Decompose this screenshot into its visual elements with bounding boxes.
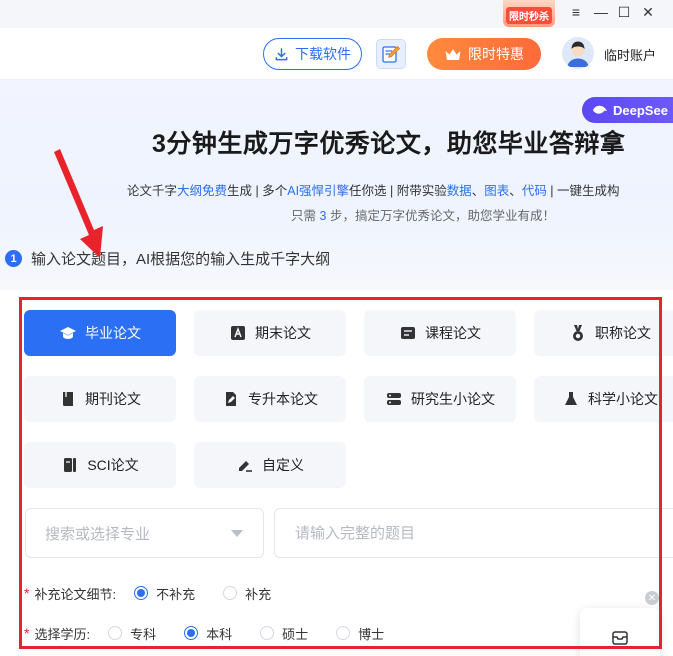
limited-offer-button[interactable]: 限时特惠 xyxy=(427,38,541,70)
hero-subtitle-part: 生成 | 多个 xyxy=(227,184,288,198)
steps-count: 3 xyxy=(319,209,327,223)
hero-subtitle-part: 数据 xyxy=(446,184,472,198)
minimize-icon[interactable]: — xyxy=(590,2,612,22)
maximize-icon[interactable]: ☐ xyxy=(613,2,635,22)
notes-button[interactable] xyxy=(376,39,406,69)
hero-subtitle-part: 任你选 | 附带实验 xyxy=(349,184,447,198)
hero-subtitle: 论文千字大纲免费生成 | 多个AI强悍引擎任你选 | 附带实验数据、图表、代码 … xyxy=(127,180,620,199)
annotation-highlight-frame xyxy=(19,297,662,649)
whale-icon xyxy=(593,105,607,114)
flash-sale-badge[interactable]: 限时秒杀 xyxy=(503,0,555,27)
steps-note-suffix: 步，搞定万字优秀论文，助您学业有成！ xyxy=(329,209,555,223)
limited-offer-label: 限时特惠 xyxy=(468,46,524,62)
hero-subtitle-part: 、 xyxy=(471,184,485,198)
top-header: 下载软件 限时特惠 临时账户 xyxy=(0,28,673,80)
avatar[interactable] xyxy=(562,37,594,69)
download-software-button[interactable]: 下载软件 xyxy=(263,38,362,70)
hero-steps-note: 只需 3 步，搞定万字优秀论文，助您学业有成！ xyxy=(291,205,555,224)
hero-subtitle-part: 论文千字 xyxy=(127,184,178,198)
user-name[interactable]: 临时账户 xyxy=(604,45,656,64)
hero-subtitle-part: 大纲免费 xyxy=(177,184,228,198)
page-title: 3分钟生成万字优秀论文，助您毕业答辩拿 xyxy=(152,130,626,158)
user-avatar-icon xyxy=(562,37,594,69)
hero-subtitle-part: 、 xyxy=(509,184,522,198)
menu-icon[interactable]: ≡ xyxy=(565,2,587,22)
hero-subtitle-part: 图表 xyxy=(484,184,510,198)
close-icon[interactable]: ✕ xyxy=(637,2,659,22)
deepseek-label: DeepSee xyxy=(613,102,668,118)
hero-subtitle-part: AI强悍引擎 xyxy=(287,184,350,198)
notebook-pencil-icon xyxy=(382,45,401,63)
annotation-arrow-icon xyxy=(54,149,103,258)
hero-subtitle-part: | 一键生成构 xyxy=(546,184,620,198)
deepseek-badge[interactable]: DeepSee xyxy=(582,97,673,123)
window-titlebar: 限时秒杀 ≡ — ☐ ✕ xyxy=(0,0,673,28)
crown-icon xyxy=(445,48,461,60)
step-number-badge: 1 xyxy=(5,250,22,267)
hero-subtitle-part: 代码 xyxy=(521,184,547,198)
download-icon xyxy=(275,47,288,60)
download-label: 下载软件 xyxy=(295,46,351,62)
steps-note-prefix: 只需 xyxy=(291,209,317,223)
flash-sale-label: 限时秒杀 xyxy=(506,7,552,24)
